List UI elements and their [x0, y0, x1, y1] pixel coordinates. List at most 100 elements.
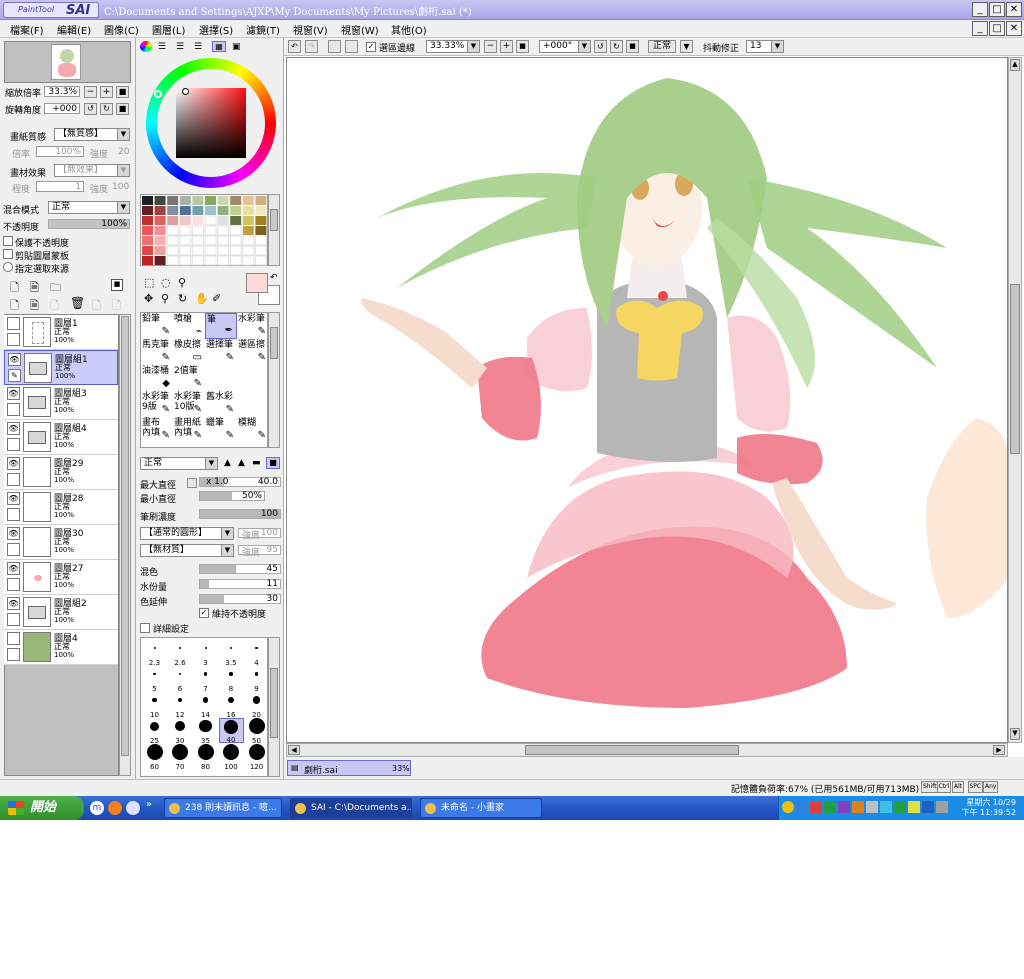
taskbar-task-button[interactable]: SAI - C:\Documents a...: [290, 798, 412, 818]
detail-settings-checkbox[interactable]: [140, 623, 150, 633]
scale-value[interactable]: 100%: [36, 146, 84, 157]
tray-app6-icon[interactable]: [908, 801, 920, 813]
brush-size-cell[interactable]: 100: [219, 744, 244, 771]
rotate-reset-button[interactable]: ■: [116, 103, 129, 115]
brush-size-cell[interactable]: 4: [244, 640, 269, 667]
scratchpad-mode-icon[interactable]: ▣: [232, 42, 241, 52]
layer-lock-icon[interactable]: [7, 333, 20, 346]
color-swatch[interactable]: [242, 245, 255, 256]
color-swatch[interactable]: [167, 196, 179, 205]
degree-value[interactable]: 1: [36, 181, 84, 192]
shape-strength-slider[interactable]: 強度 100: [238, 528, 281, 541]
color-swatch[interactable]: [142, 246, 153, 255]
color-swatch[interactable]: [230, 206, 242, 215]
color-swatch[interactable]: [254, 245, 267, 256]
invert-selection-button[interactable]: [345, 40, 358, 53]
brush-size-cell[interactable]: 25: [142, 718, 167, 745]
mixer-mode-icon[interactable]: ☰: [194, 42, 202, 52]
layer-lock-icon[interactable]: [7, 578, 20, 591]
brush-tool[interactable]: 蠟筆 ✎: [205, 417, 237, 443]
tray-app5-icon[interactable]: [894, 801, 906, 813]
color-swatch[interactable]: [179, 225, 192, 236]
layer-list-scrollbar[interactable]: [119, 314, 131, 776]
color-swatch[interactable]: [217, 206, 229, 215]
keep-opacity-checkbox[interactable]: ✓: [199, 608, 209, 618]
zoom-out-button[interactable]: −: [84, 86, 97, 98]
brush-tool[interactable]: 噴槍 ⌁: [173, 313, 205, 339]
flip-mode-dropdown[interactable]: ▼: [680, 40, 693, 53]
rgb-slider-mode-icon[interactable]: ☰: [158, 42, 166, 52]
layer-lock-icon[interactable]: ✎: [8, 369, 21, 382]
tray-app4-icon[interactable]: [880, 801, 892, 813]
color-swatch[interactable]: [204, 215, 217, 226]
color-swatch[interactable]: [205, 206, 216, 215]
maximize-button[interactable]: □: [989, 2, 1005, 17]
brush-tool[interactable]: 2值筆 ✎: [173, 365, 205, 391]
color-swatch[interactable]: [166, 245, 179, 256]
layer-row[interactable]: 👁 圖層29 正常 100%: [4, 455, 118, 490]
visibility-eye-icon[interactable]: 👁: [7, 527, 20, 540]
color-swatch[interactable]: [242, 255, 255, 266]
menu-file[interactable]: 檔案(F): [10, 22, 44, 37]
redo-button[interactable]: ↷: [305, 40, 318, 53]
brush-tool[interactable]: 鉛筆 ✎: [141, 313, 173, 339]
layer-row[interactable]: 圖層4 正常 100%: [4, 630, 118, 665]
water-slider[interactable]: 11: [199, 579, 281, 589]
color-swatch[interactable]: [154, 216, 166, 225]
scroll-down-icon[interactable]: ▼: [1010, 728, 1020, 740]
tray-app8-icon[interactable]: [936, 801, 948, 813]
color-swatch[interactable]: [242, 206, 254, 215]
color-swatch[interactable]: [154, 256, 166, 265]
color-swatch[interactable]: [179, 245, 192, 256]
color-swatch[interactable]: [229, 235, 242, 246]
menu-other[interactable]: 其他(O): [391, 22, 427, 37]
brush-size-cell[interactable]: 70: [168, 744, 193, 771]
brush-size-cell[interactable]: 40: [218, 718, 244, 744]
blend-slider[interactable]: 45: [199, 564, 281, 574]
layer-row[interactable]: 👁 圖層組2 正常 100%: [4, 595, 118, 630]
rotation-select[interactable]: +000° ▼: [539, 40, 591, 53]
canvas-vscrollbar[interactable]: ▲ ▼: [1008, 57, 1022, 743]
brush-shape-select[interactable]: 【通常的圓形】 ▼: [140, 527, 234, 540]
swatch-mode-icon[interactable]: ▦: [212, 41, 226, 52]
tray-app2-icon[interactable]: [838, 801, 850, 813]
color-swatch[interactable]: [242, 216, 254, 225]
layer-row[interactable]: 👁 圖層組4 正常 100%: [4, 420, 118, 455]
color-swatch[interactable]: [179, 196, 191, 205]
quicklaunch-firefox-icon[interactable]: [108, 801, 122, 815]
brush-tool[interactable]: 馬克筆 ✎: [141, 339, 173, 365]
color-swatch[interactable]: [230, 216, 242, 225]
layer-lock-icon[interactable]: [7, 438, 20, 451]
color-swatch[interactable]: [204, 225, 217, 236]
brush-tool[interactable]: 橡皮擦 ▭: [173, 339, 205, 365]
brush-size-cell[interactable]: 5: [142, 666, 167, 693]
lasso-icon[interactable]: ◌: [161, 276, 171, 289]
visibility-eye-icon[interactable]: [7, 317, 20, 330]
new-layer-icon[interactable]: 🗋: [10, 279, 19, 298]
brush-size-cell[interactable]: 2.6: [168, 640, 193, 667]
brush-size-cell[interactable]: 9: [244, 666, 269, 693]
material-select[interactable]: 【無效果】 ▼: [54, 164, 130, 177]
swatch-grid[interactable]: [140, 194, 268, 266]
color-swatch[interactable]: [192, 206, 204, 215]
swatch-scrollbar[interactable]: [268, 194, 280, 266]
brush-texture-select[interactable]: 【無材質】 ▼: [140, 544, 234, 557]
selection-source-radio[interactable]: [3, 262, 13, 272]
layer-row[interactable]: 👁 圖層組3 正常 100%: [4, 385, 118, 420]
brush-tool[interactable]: 模糊 ✎: [237, 417, 269, 443]
color-swatch[interactable]: [142, 256, 153, 265]
new-folder-icon[interactable]: 🗀: [50, 279, 61, 298]
color-extension-slider[interactable]: 30: [199, 594, 281, 604]
opacity-slider[interactable]: 100%: [48, 219, 130, 229]
menu-image[interactable]: 圖像(C): [104, 22, 139, 37]
color-swatch[interactable]: [217, 255, 230, 266]
minimize-button[interactable]: _: [972, 2, 988, 17]
close-button[interactable]: ✕: [1006, 2, 1022, 17]
brush-size-cell[interactable]: 3: [193, 640, 218, 667]
brush-size-cell[interactable]: 120: [244, 744, 269, 771]
tray-smiley-icon[interactable]: [782, 801, 794, 813]
brush-size-cell[interactable]: 80: [193, 744, 218, 771]
layer-row[interactable]: 👁 圖層30 正常 100%: [4, 525, 118, 560]
visibility-eye-icon[interactable]: [7, 632, 20, 645]
layer-row[interactable]: 👁 ✎ 圖層組1 正常 100%: [4, 350, 118, 385]
